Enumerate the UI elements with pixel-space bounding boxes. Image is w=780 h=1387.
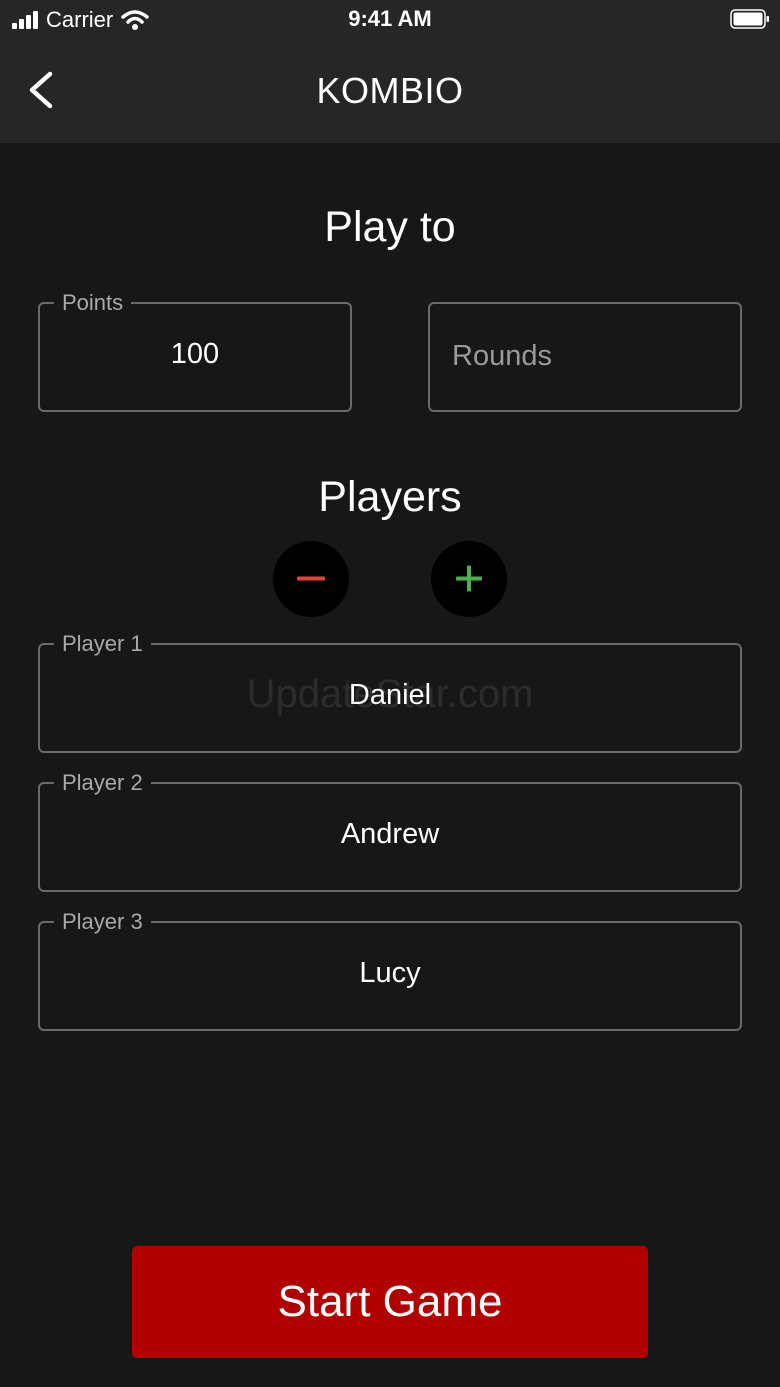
- player-1-label: Player 1: [54, 631, 151, 657]
- nav-bar: KOMBIO: [0, 40, 780, 143]
- rounds-placeholder: Rounds: [452, 340, 552, 372]
- player-1-field[interactable]: Player 1 Daniel: [38, 631, 742, 753]
- status-time: 9:41 AM: [348, 6, 432, 31]
- player-3-label: Player 3: [54, 909, 151, 935]
- page-title: KOMBIO: [316, 70, 464, 111]
- player-3-field[interactable]: Player 3 Lucy: [38, 909, 742, 1031]
- player-2-field[interactable]: Player 2 Andrew: [38, 770, 742, 892]
- points-label: Points: [54, 290, 132, 316]
- start-game-button[interactable]: Start Game: [132, 1246, 648, 1358]
- player-2-label: Player 2: [54, 770, 151, 796]
- plus-icon: [456, 565, 482, 592]
- add-player-button[interactable]: [431, 541, 507, 617]
- player-1-name: Daniel: [348, 679, 432, 711]
- points-value: 100: [170, 338, 220, 370]
- player-2-name: Andrew: [340, 818, 440, 850]
- points-field[interactable]: Points 100: [38, 290, 352, 412]
- play-to-heading: Play to: [324, 203, 456, 251]
- rounds-field[interactable]: Rounds: [428, 302, 742, 412]
- minus-icon: [297, 576, 325, 581]
- players-heading: Players: [318, 473, 462, 521]
- player-3-name: Lucy: [359, 957, 421, 989]
- status-bar: Carrier 9:41 AM: [0, 0, 780, 40]
- remove-player-button[interactable]: [273, 541, 349, 617]
- battery-icon: [730, 9, 769, 29]
